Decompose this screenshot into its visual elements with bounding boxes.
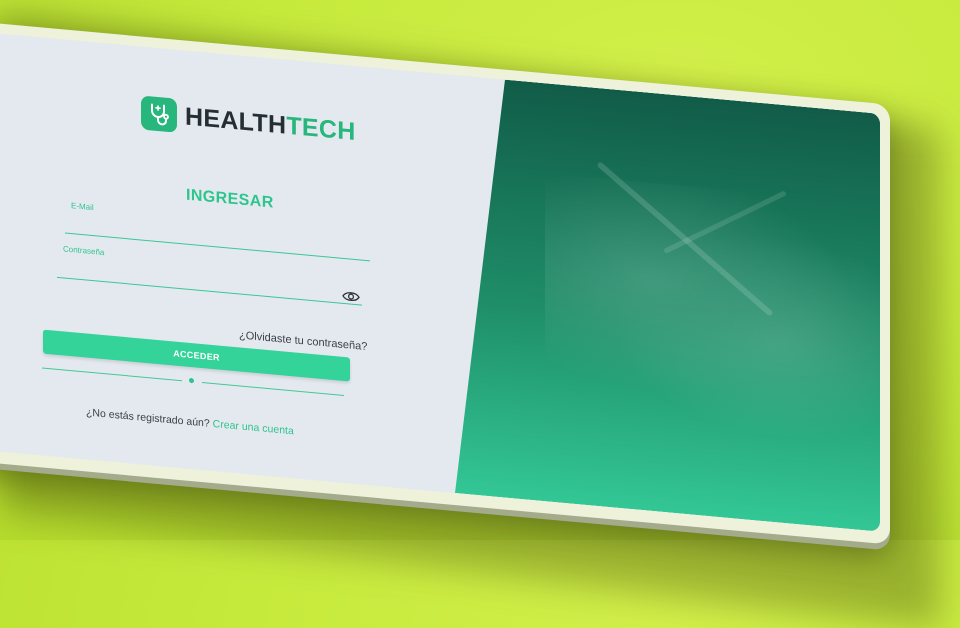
password-label: Contraseña bbox=[63, 244, 105, 258]
email-field[interactable] bbox=[65, 211, 369, 260]
create-account-link[interactable]: Crear una cuenta bbox=[213, 418, 294, 437]
brand-name-part1: HEALTH bbox=[185, 101, 287, 140]
signup-row: ¿No estás registrado aún? Crear una cuen… bbox=[86, 406, 294, 437]
password-field[interactable] bbox=[57, 255, 341, 302]
divider-right bbox=[202, 382, 344, 396]
login-panel: HEALTHTECH INGRESAR E-Mail Contraseña ¿O… bbox=[0, 30, 490, 497]
hero-photo bbox=[545, 173, 880, 446]
login-title: INGRESAR bbox=[186, 186, 274, 212]
brand-logo: HEALTHTECH bbox=[141, 95, 356, 149]
hero-panel bbox=[455, 75, 880, 532]
laptop-frame: HEALTHTECH INGRESAR E-Mail Contraseña ¿O… bbox=[0, 20, 890, 545]
signup-prompt: ¿No estás registrado aún? bbox=[86, 406, 210, 430]
brand-name: HEALTHTECH bbox=[185, 102, 356, 147]
stethoscope-icon bbox=[141, 95, 177, 133]
divider-left bbox=[42, 367, 182, 382]
screen: HEALTHTECH INGRESAR E-Mail Contraseña ¿O… bbox=[0, 30, 880, 532]
brand-name-part2: TECH bbox=[286, 111, 356, 146]
eye-icon[interactable] bbox=[342, 289, 360, 303]
divider-dot bbox=[189, 377, 194, 384]
email-label: E-Mail bbox=[71, 201, 94, 213]
